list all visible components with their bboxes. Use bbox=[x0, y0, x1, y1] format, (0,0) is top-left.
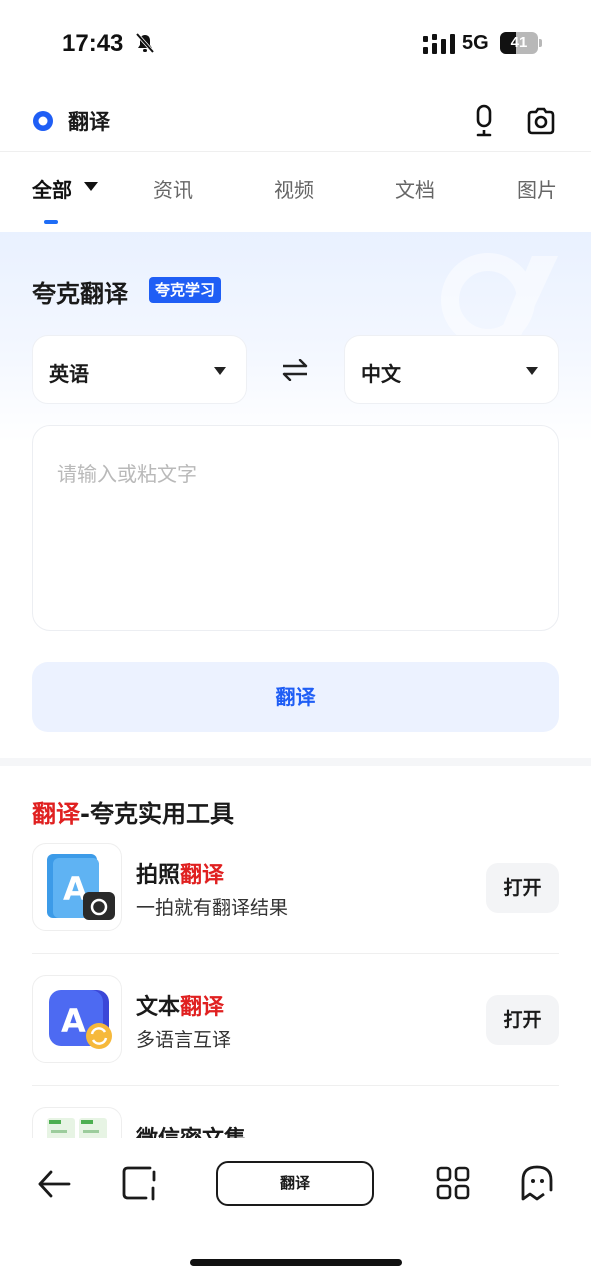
address-bar-pill[interactable]: 翻译 bbox=[216, 1161, 374, 1206]
signal-icon bbox=[423, 34, 455, 54]
target-language-label: 中文 bbox=[361, 362, 401, 386]
tab-news[interactable]: 资讯 bbox=[153, 174, 193, 203]
chevron-down-icon[interactable] bbox=[84, 182, 98, 191]
tool-description: 一拍就有翻译结果 bbox=[136, 897, 289, 919]
brand-badge[interactable]: 夸克学习 bbox=[149, 277, 222, 303]
tools-title-rest: -夸克实用工具 bbox=[80, 800, 234, 828]
tool-name-highlight: 翻译 bbox=[180, 995, 225, 1020]
apps-grid-icon[interactable] bbox=[436, 1166, 470, 1200]
tool-text-translate[interactable]: A 文本翻译 多语言互译 打开 bbox=[32, 975, 559, 1085]
tab-docs[interactable]: 文档 bbox=[395, 174, 435, 203]
translator-title: 夸克翻译 bbox=[32, 280, 128, 308]
status-time: 17:43 bbox=[62, 30, 124, 57]
camera-icon[interactable] bbox=[526, 106, 556, 136]
microphone-icon[interactable] bbox=[470, 104, 498, 138]
tool-description: 多语言互译 bbox=[136, 1029, 232, 1051]
profile-ghost-icon[interactable] bbox=[520, 1164, 554, 1202]
tool-photo-translate[interactable]: A 拍照翻译 一拍就有翻译结果 打开 bbox=[32, 843, 559, 953]
battery-percent: 41 bbox=[510, 34, 528, 51]
open-button[interactable]: 打开 bbox=[486, 995, 559, 1045]
bell-off-icon bbox=[135, 32, 155, 54]
search-query[interactable]: 翻译 bbox=[68, 106, 110, 136]
text-translate-icon: A bbox=[32, 975, 122, 1063]
tab-images[interactable]: 图片 bbox=[517, 174, 557, 203]
translator-card: 夸克翻译 夸克学习 英语 中文 请输入或粘文字 翻译 bbox=[0, 232, 591, 758]
chevron-down-icon bbox=[214, 367, 226, 375]
tool-name-prefix: 文本 bbox=[136, 995, 181, 1020]
window-tabs-icon[interactable] bbox=[120, 1164, 158, 1202]
source-language-label: 英语 bbox=[49, 362, 89, 386]
tool-name-highlight: 翻译 bbox=[180, 863, 225, 888]
tab-video[interactable]: 视频 bbox=[274, 174, 314, 203]
active-tab-indicator bbox=[44, 220, 58, 224]
battery-icon: 41 bbox=[500, 32, 542, 54]
translate-input[interactable]: 请输入或粘文字 bbox=[32, 425, 559, 631]
tool-name: 文本翻译 bbox=[136, 989, 224, 1021]
tool-divider bbox=[32, 1085, 559, 1086]
back-arrow-icon[interactable] bbox=[36, 1166, 72, 1202]
translate-input-placeholder: 请输入或粘文字 bbox=[57, 462, 197, 486]
tool-name-prefix: 拍照 bbox=[136, 863, 181, 888]
target-language-select[interactable]: 中文 bbox=[344, 335, 559, 404]
search-header[interactable]: 翻译 bbox=[0, 94, 591, 150]
category-tabs: 全部 资讯 视频 文档 图片 bbox=[0, 152, 591, 228]
tab-all[interactable]: 全部 bbox=[32, 174, 72, 203]
open-button[interactable]: 打开 bbox=[486, 863, 559, 913]
source-language-select[interactable]: 英语 bbox=[32, 335, 247, 404]
quark-logo-icon bbox=[33, 111, 53, 131]
status-bar: 17:43 5G 41 bbox=[0, 0, 591, 88]
swap-languages-icon[interactable] bbox=[281, 359, 309, 381]
photo-translate-icon: A bbox=[32, 843, 122, 931]
tools-section-title: 翻译-夸克实用工具 bbox=[32, 794, 234, 829]
section-divider bbox=[0, 758, 591, 766]
watermark-logo-icon bbox=[441, 253, 558, 346]
svg-text:A: A bbox=[61, 1002, 86, 1040]
tools-title-highlight: 翻译 bbox=[32, 800, 80, 828]
chevron-down-icon bbox=[526, 367, 538, 375]
tool-name: 拍照翻译 bbox=[136, 857, 224, 889]
home-indicator bbox=[190, 1259, 402, 1266]
network-type: 5G bbox=[462, 32, 489, 54]
translate-button[interactable]: 翻译 bbox=[32, 662, 559, 732]
tool-divider bbox=[32, 953, 559, 954]
